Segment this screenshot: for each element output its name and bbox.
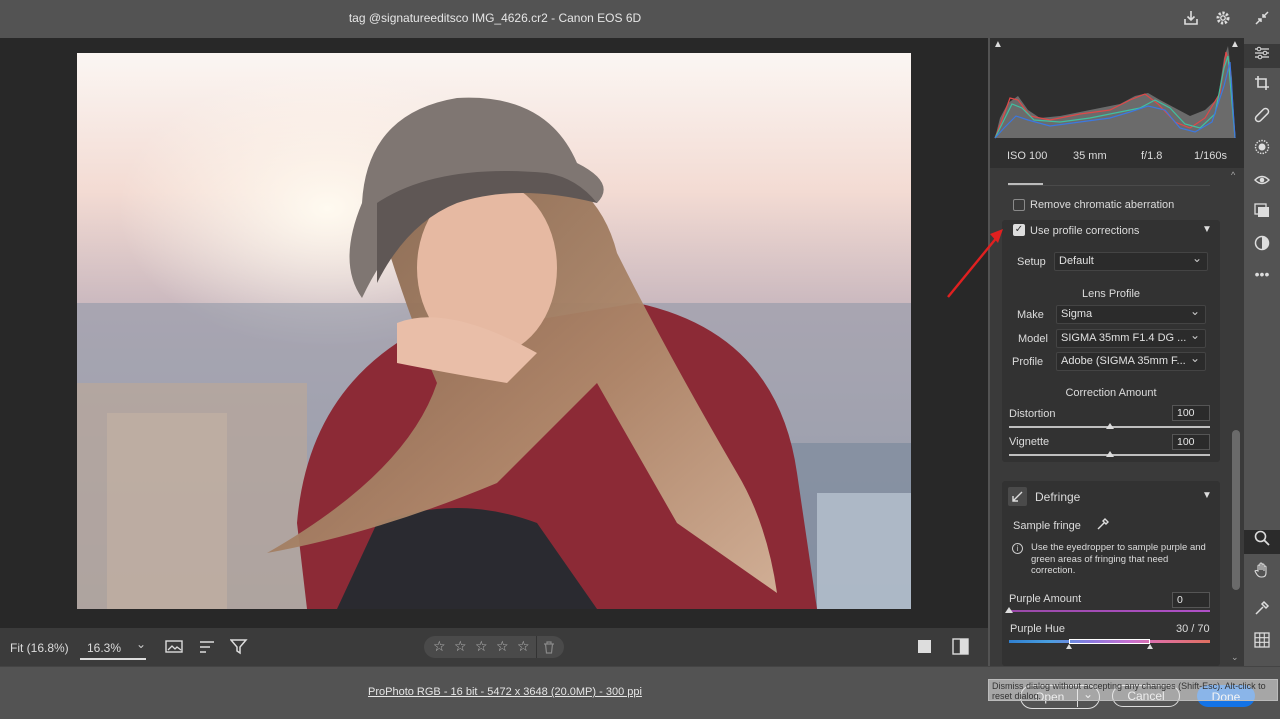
exif-bar: ISO 100 35 mm f/1.8 1/160s [990, 144, 1244, 168]
purple-hue-min-thumb[interactable] [1066, 644, 1073, 649]
compare-view-icon[interactable] [952, 638, 969, 658]
image-preview-icon[interactable] [165, 639, 185, 655]
vignette-slider-thumb[interactable] [1105, 451, 1114, 457]
purple-amount-label: Purple Amount [1009, 593, 1082, 605]
defringe-info-text: Use the eyedropper to sample purple and … [1031, 542, 1206, 576]
remove-ca-checkbox[interactable] [1013, 199, 1025, 211]
presets-icon[interactable] [1244, 235, 1280, 259]
exif-shutter: 1/160s [1194, 150, 1228, 162]
exif-aperture: f/1.8 [1141, 150, 1163, 162]
purple-hue-label: Purple Hue [1010, 623, 1066, 635]
window-title: tag @signatureeditsco IMG_4626.cr2 - Can… [348, 11, 642, 25]
save-icon[interactable] [1182, 9, 1200, 27]
edit-panel: ▲ ▲ ISO 100 35 mm f/1.8 1/160s Remove ch… [990, 38, 1244, 666]
defringe-icon [1008, 487, 1027, 506]
sort-icon[interactable] [199, 639, 217, 655]
star-icon-5[interactable]: ☆ [517, 638, 530, 655]
annotation-arrow [947, 229, 1003, 298]
hand-tool-icon[interactable] [1244, 562, 1280, 586]
title-bar: tag @signatureeditsco IMG_4626.cr2 - Can… [0, 0, 1280, 38]
distortion-value[interactable]: 100 [1172, 405, 1210, 421]
photo-preview[interactable] [77, 53, 911, 609]
trash-icon[interactable] [543, 641, 555, 657]
purple-amount-value[interactable]: 0 [1172, 592, 1210, 608]
purple-hue-max-thumb[interactable] [1146, 644, 1153, 649]
use-profile-label: Use profile corrections [1030, 225, 1140, 237]
tool-strip: ••• [1244, 38, 1280, 666]
histogram: ▲ ▲ [990, 38, 1244, 144]
model-select[interactable]: SIGMA 35mm F1.4 DG ... [1056, 329, 1206, 348]
scroll-down-icon[interactable]: ⌄ [1231, 652, 1239, 663]
edit-sliders-icon[interactable] [1244, 44, 1280, 68]
defringe-collapse-icon[interactable]: ▼ [1202, 490, 1212, 501]
setup-select[interactable]: Default [1054, 252, 1208, 271]
correction-amount-header: Correction Amount [1065, 387, 1157, 399]
exif-iso: ISO 100 [1007, 150, 1048, 162]
purple-hue-value: 30 / 70 [1176, 623, 1210, 635]
more-icon[interactable]: ••• [1244, 262, 1280, 286]
make-label: Make [1017, 309, 1044, 321]
scroll-up-icon[interactable]: ^ [1231, 170, 1235, 180]
view-toolbar: Fit (16.8%) 16.3% ⌄ ☆ ☆ ☆ ☆ ☆ [0, 628, 988, 666]
sample-fringe-label: Sample fringe [1013, 520, 1081, 532]
use-profile-checkbox[interactable]: ✓ [1013, 224, 1025, 236]
purple-amount-slider-thumb[interactable] [1005, 607, 1013, 613]
status-bar: ProPhoto RGB - 16 bit - 5472 x 3648 (20.… [0, 666, 1280, 719]
fit-zoom-button[interactable]: Fit (16.8%) [10, 641, 69, 655]
shadow-clipping-icon[interactable]: ▲ [993, 39, 1003, 50]
star-icon-1[interactable]: ☆ [433, 638, 446, 655]
scrollbar-thumb[interactable] [1232, 430, 1240, 590]
exif-focal: 35 mm [1073, 150, 1107, 162]
model-label: Model [1018, 333, 1048, 345]
zoom-tool-icon[interactable] [1244, 530, 1280, 554]
zoom-select[interactable]: 16.3% ⌄ [80, 632, 146, 660]
crop-icon[interactable] [1244, 75, 1280, 99]
workflow-options-link[interactable]: ProPhoto RGB - 16 bit - 5472 x 3648 (20.… [368, 686, 642, 698]
tooltip: Dismiss dialog without accepting any cha… [988, 679, 1278, 701]
profile-label: Profile [1012, 356, 1044, 368]
defringe-title: Defringe [1035, 490, 1081, 504]
rating-divider [536, 636, 537, 658]
grid-overlay-icon[interactable] [1244, 632, 1280, 656]
lens-profile-header: Lens Profile [1081, 288, 1141, 300]
eyedropper-icon[interactable] [1096, 517, 1110, 534]
info-icon: i [1012, 543, 1023, 554]
star-icon-4[interactable]: ☆ [496, 638, 509, 655]
star-icon-3[interactable]: ☆ [475, 638, 488, 655]
snapshots-icon[interactable] [1244, 203, 1280, 227]
zoom-value: 16.3% [87, 641, 122, 655]
remove-ca-label: Remove chromatic aberration [1030, 199, 1175, 211]
divider [1008, 185, 1210, 186]
highlight-clipping-icon[interactable]: ▲ [1230, 39, 1240, 50]
color-sampler-icon[interactable] [1244, 600, 1280, 624]
distortion-label: Distortion [1009, 408, 1056, 420]
single-view-icon[interactable] [918, 640, 931, 653]
collapse-triangle-icon[interactable]: ▼ [1202, 224, 1212, 235]
purple-hue-range[interactable] [1069, 639, 1150, 644]
chevron-down-icon: ⌄ [136, 637, 147, 651]
setup-label: Setup [1017, 256, 1046, 268]
rating-bar: ☆ ☆ ☆ ☆ ☆ [424, 636, 564, 658]
vignette-value[interactable]: 100 [1172, 434, 1210, 450]
distortion-slider-thumb[interactable] [1105, 423, 1114, 429]
profile-select[interactable]: Adobe (SIGMA 35mm F... [1056, 352, 1206, 371]
mask-icon[interactable] [1244, 139, 1280, 163]
gear-icon[interactable] [1214, 9, 1232, 27]
vignette-label: Vignette [1009, 436, 1050, 448]
healing-icon[interactable] [1244, 107, 1280, 131]
filter-icon[interactable] [229, 639, 248, 655]
purple-amount-slider-track[interactable] [1009, 610, 1210, 612]
red-eye-icon[interactable] [1244, 171, 1280, 195]
collapse-icon[interactable] [1253, 9, 1271, 27]
panel-scrollbar[interactable]: ^ ⌄ [1230, 170, 1242, 666]
make-select[interactable]: Sigma [1056, 305, 1206, 324]
star-icon-2[interactable]: ☆ [454, 638, 467, 655]
